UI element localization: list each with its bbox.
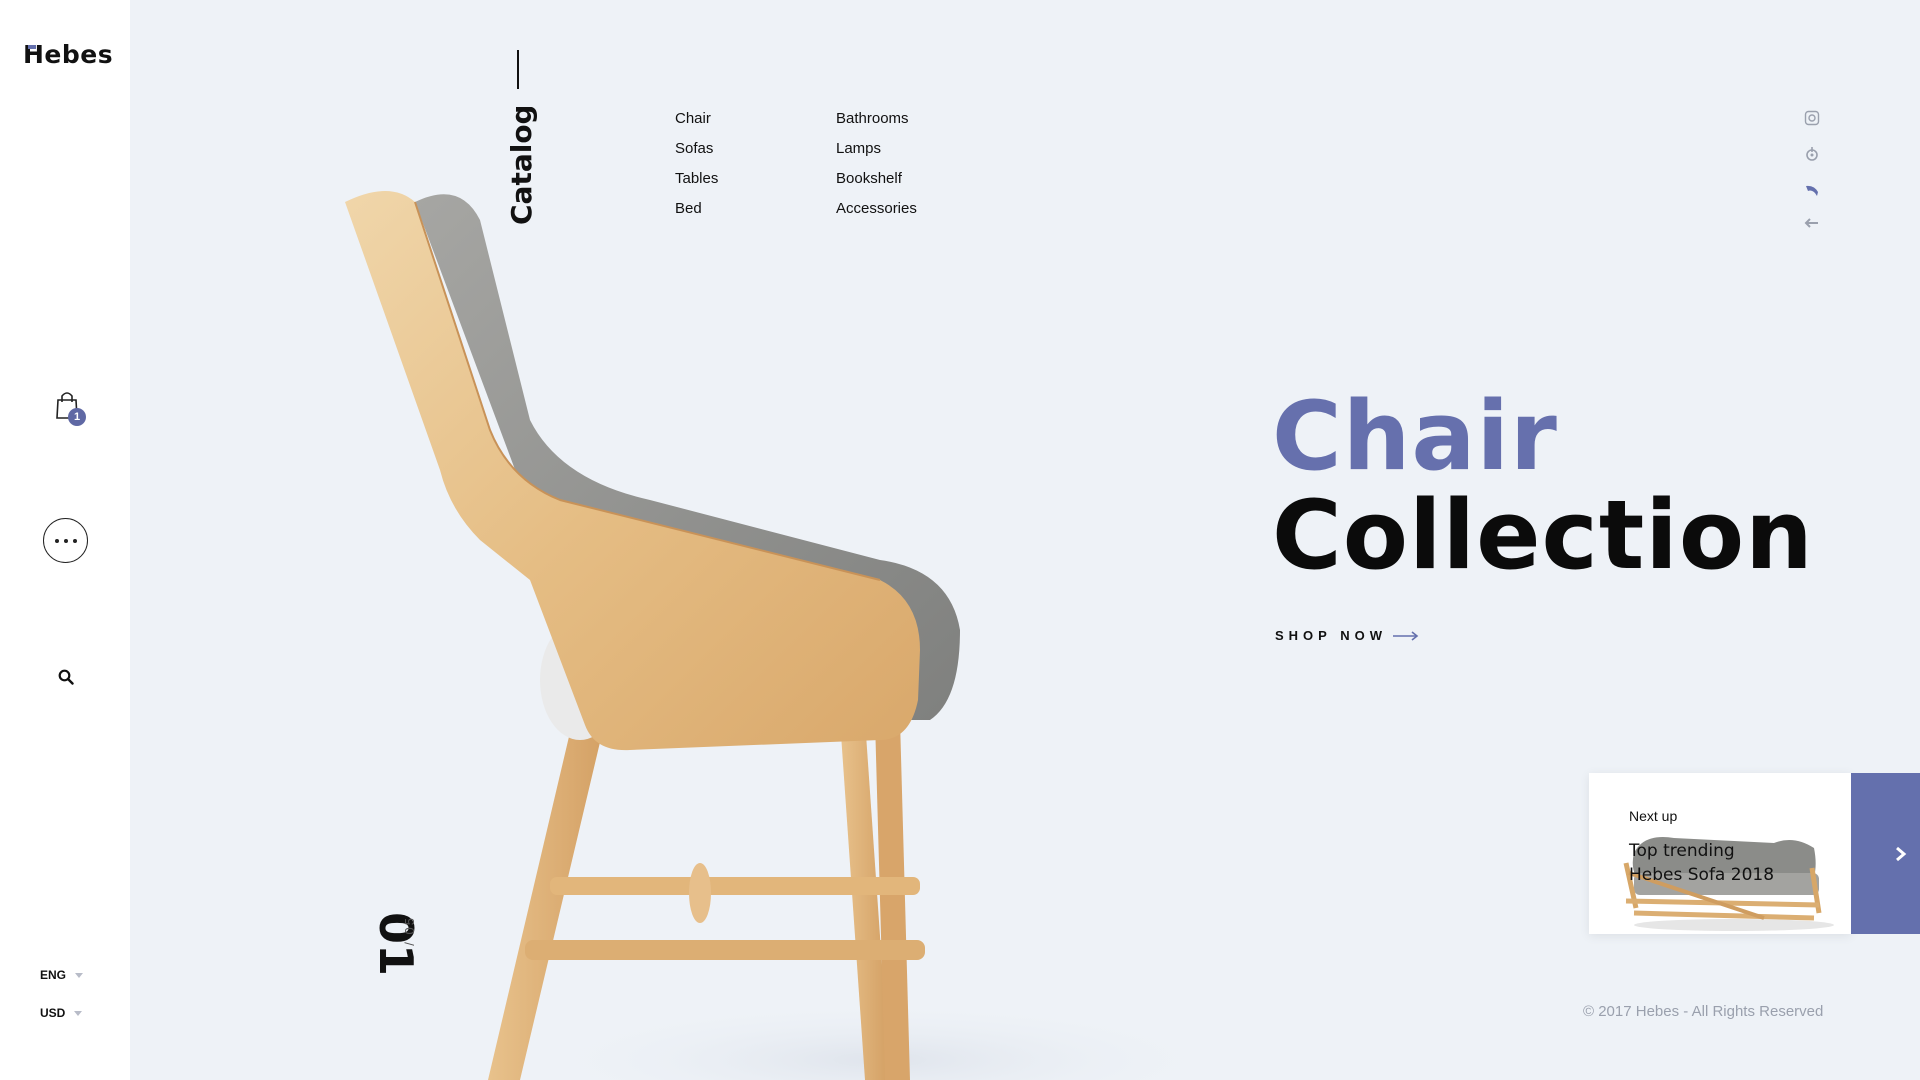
next-up-title: Top trending Hebes Sofa 2018: [1629, 839, 1774, 887]
slide-counter: 01 / 05: [369, 910, 430, 1020]
cart-button[interactable]: 1: [50, 386, 86, 426]
search-button[interactable]: [55, 666, 77, 688]
chevron-down-icon: [75, 972, 84, 978]
menu-item-accessories[interactable]: Accessories: [836, 194, 917, 224]
cart-count-badge: 1: [68, 408, 86, 426]
logo[interactable]: Hebes: [23, 40, 113, 69]
shop-now-label: SHOP NOW: [1275, 628, 1387, 643]
menu-item-lamps[interactable]: Lamps: [836, 134, 917, 164]
logo-mark: Hebes: [23, 40, 114, 69]
share-icon[interactable]: [1804, 215, 1820, 231]
language-select[interactable]: ENG: [40, 968, 84, 982]
menu-item-tables[interactable]: Tables: [675, 164, 718, 194]
more-menu-button[interactable]: [43, 518, 88, 563]
chair-image: [345, 191, 1220, 1080]
shop-now-button[interactable]: SHOP NOW: [1275, 628, 1419, 643]
slide-counter-graphic: 01 / 05: [369, 912, 423, 976]
hero-title-line-2: Collection: [1272, 481, 1814, 591]
menu-item-sofas[interactable]: Sofas: [675, 134, 718, 164]
catalog-label: Catalog: [505, 107, 538, 225]
tripadvisor-icon[interactable]: [1804, 146, 1820, 162]
next-up-title-line-2: Hebes Sofa 2018: [1629, 865, 1775, 885]
dot-icon: [54, 538, 59, 543]
slide-total: / 05: [402, 916, 417, 946]
catalog-divider: [517, 50, 519, 89]
catalog-heading-wrap: Catalog: [500, 104, 540, 227]
instagram-icon[interactable]: [1804, 110, 1820, 126]
catalog-menu-column-1: Chair Sofas Tables Bed: [675, 104, 718, 224]
menu-item-bed[interactable]: Bed: [675, 194, 718, 224]
currency-value: USD: [40, 1006, 66, 1020]
menu-item-bathrooms[interactable]: Bathrooms: [836, 104, 917, 134]
sidebar: Hebes 1 ENG USD: [0, 0, 130, 1080]
dot-icon: [63, 538, 68, 543]
chevron-down-icon: [74, 1010, 83, 1016]
hero-title-line-1: Chair: [1272, 382, 1558, 492]
dribbble-icon[interactable]: [1804, 183, 1820, 199]
next-slide-button[interactable]: [1851, 773, 1920, 934]
next-up-title-line-1: Top trending: [1629, 841, 1735, 861]
next-up-card[interactable]: Next up Top trending Hebes Sofa 2018: [1589, 773, 1851, 934]
next-up-label: Next up: [1629, 808, 1678, 824]
menu-item-bookshelf[interactable]: Bookshelf: [836, 164, 917, 194]
language-value: ENG: [40, 968, 67, 982]
dot-icon: [72, 538, 77, 543]
menu-item-chair[interactable]: Chair: [675, 104, 718, 134]
hero-title: Chair Collection: [1272, 390, 1814, 584]
copyright: © 2017 Hebes - All Rights Reserved: [1583, 1003, 1824, 1020]
arrow-right-icon: [1393, 630, 1419, 641]
chevron-right-icon: [1896, 846, 1907, 861]
search-icon: [58, 669, 74, 685]
hero-stage: Catalog Chair Sofas Tables Bed Bathrooms…: [130, 0, 1920, 1080]
currency-select[interactable]: USD: [40, 1006, 83, 1020]
catalog-menu-column-2: Bathrooms Lamps Bookshelf Accessories: [836, 104, 917, 224]
catalog-heading: Catalog: [505, 104, 538, 225]
